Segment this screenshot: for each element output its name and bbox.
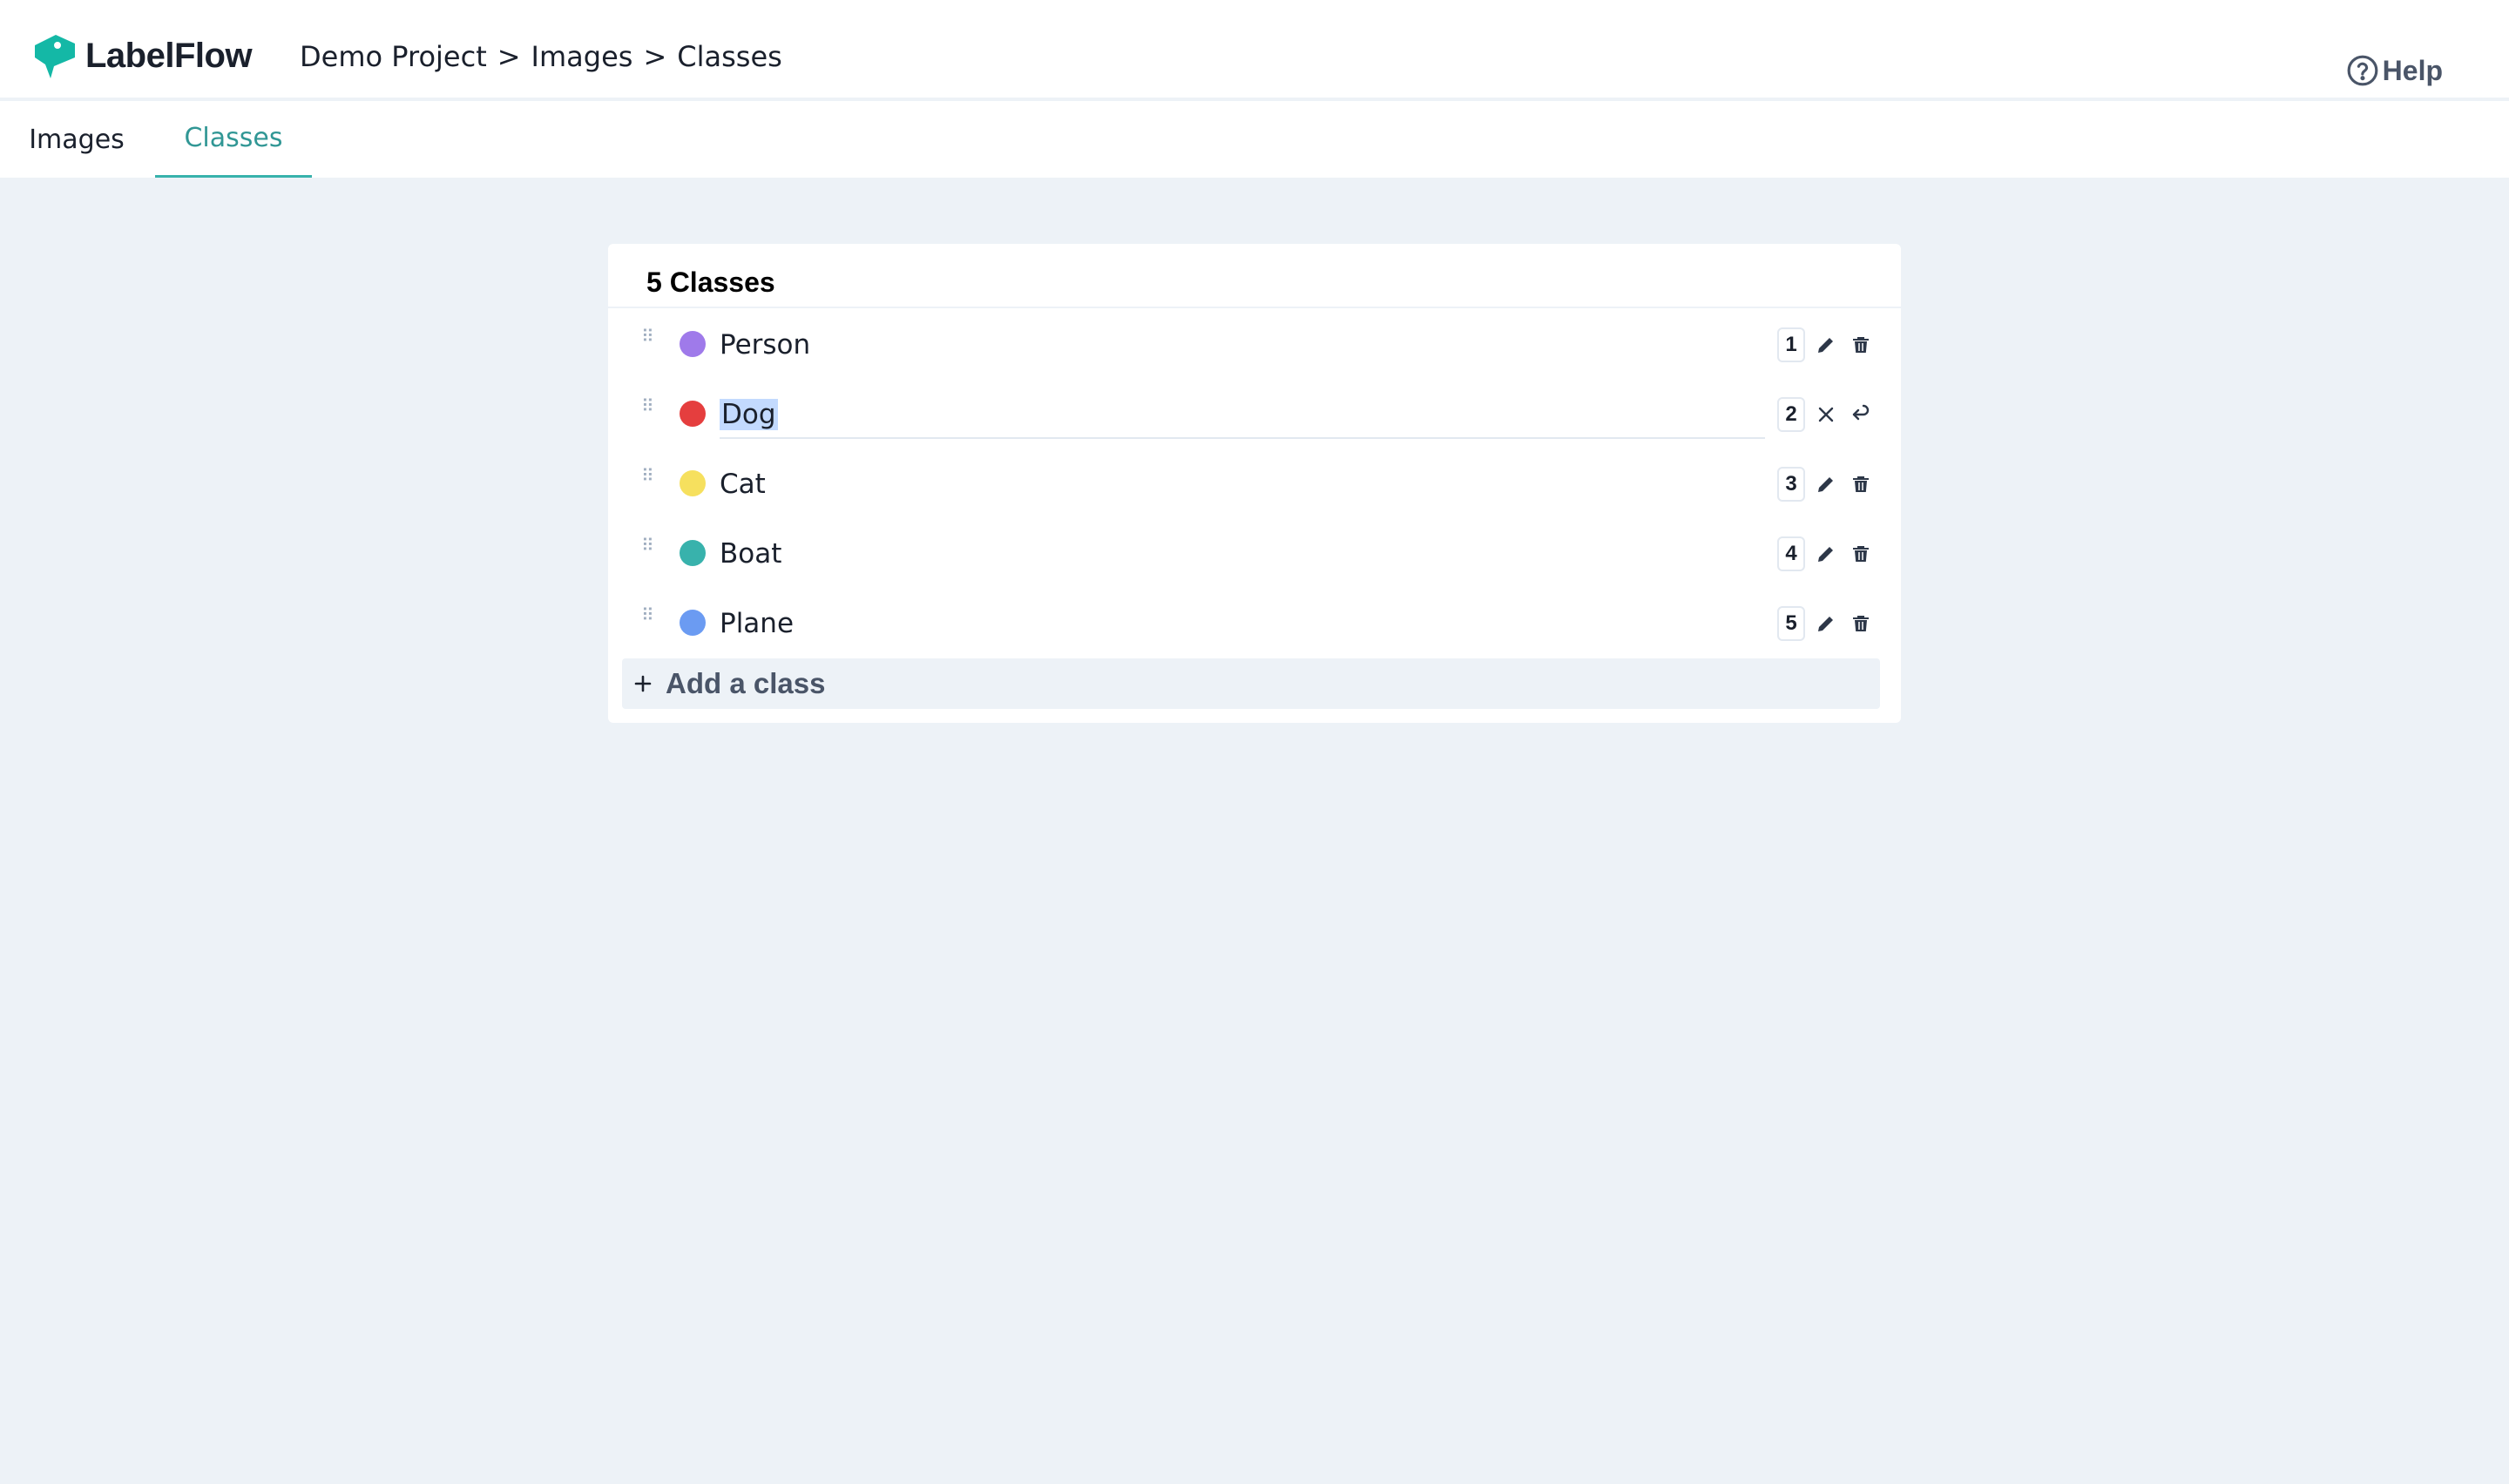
add-class-label: Add a class: [666, 667, 826, 699]
confirm-edit-button[interactable]: [1847, 401, 1875, 428]
tab-images[interactable]: Images: [0, 101, 153, 178]
edit-class-button[interactable]: [1812, 470, 1840, 498]
class-color-dot[interactable]: [680, 470, 706, 496]
breadcrumb: Demo Project > Images > Classes: [300, 35, 782, 78]
drag-handle-icon[interactable]: ⠿: [641, 397, 654, 427]
drag-handle-icon[interactable]: ⠿: [641, 536, 654, 566]
enter-return-icon: [1852, 404, 1870, 421]
cancel-edit-button[interactable]: [1812, 401, 1840, 428]
help-button[interactable]: Help: [2346, 51, 2443, 91]
trash-icon: [1853, 337, 1869, 353]
class-shortcut-badge: 3: [1777, 467, 1805, 502]
labelflow-logo[interactable]: LabelFlow: [30, 31, 253, 80]
trash-icon: [1853, 546, 1869, 562]
trash-icon: [1853, 616, 1869, 631]
breadcrumb-project[interactable]: Demo Project: [300, 40, 487, 73]
class-shortcut-badge: 1: [1777, 327, 1805, 362]
class-name: Plane: [720, 608, 795, 639]
class-row-boat[interactable]: ⠿ Boat 4: [608, 519, 1901, 589]
app-name: LabelFlow: [85, 36, 253, 75]
top-bar: LabelFlow Demo Project > Images > Classe…: [0, 0, 2509, 99]
breadcrumb-classes: Classes: [677, 40, 782, 73]
edit-class-button[interactable]: [1812, 331, 1840, 359]
delete-class-button[interactable]: [1847, 540, 1875, 568]
pencil-icon: [1818, 547, 1833, 562]
classes-count-title: 5 Classes: [646, 266, 775, 298]
labelflow-logo-icon: [35, 35, 75, 78]
tab-classes[interactable]: Classes: [155, 101, 312, 178]
class-color-dot[interactable]: [680, 540, 706, 566]
pencil-icon: [1818, 617, 1833, 631]
close-icon: [1818, 407, 1834, 422]
class-row-plane[interactable]: ⠿ Plane 5: [608, 589, 1901, 658]
class-row-person[interactable]: ⠿ Person 1: [608, 310, 1901, 380]
add-class-button[interactable]: Add a class: [622, 658, 1880, 709]
class-shortcut-badge: 4: [1777, 536, 1805, 571]
pencil-icon: [1818, 338, 1833, 353]
drag-handle-icon[interactable]: ⠿: [641, 467, 654, 496]
help-label: Help: [2382, 54, 2443, 86]
drag-handle-icon[interactable]: ⠿: [641, 327, 654, 357]
edit-class-button[interactable]: [1812, 540, 1840, 568]
breadcrumb-images[interactable]: Images: [531, 40, 633, 73]
class-name: Cat: [720, 469, 766, 500]
input-underline: [720, 437, 1765, 439]
class-name: Boat: [720, 538, 782, 570]
breadcrumb-separator: >: [497, 40, 521, 73]
class-color-dot[interactable]: [680, 610, 706, 636]
card-divider: [608, 307, 1901, 308]
class-row-dog[interactable]: ⠿ Dog 2: [608, 380, 1901, 449]
project-tabs: Images Classes: [0, 101, 2509, 178]
class-shortcut-badge: 5: [1777, 606, 1805, 641]
class-name: Person: [720, 329, 811, 361]
class-color-dot[interactable]: [680, 331, 706, 357]
delete-class-button[interactable]: [1847, 470, 1875, 498]
class-name-input[interactable]: Dog: [720, 395, 778, 434]
class-row-cat[interactable]: ⠿ Cat 3: [608, 449, 1901, 519]
class-shortcut-badge: 2: [1777, 397, 1805, 432]
breadcrumb-separator: >: [643, 40, 667, 73]
classes-card: 5 Classes ⠿ Person 1 ⠿ Dog 2 ⠿ Cat 3 ⠿ B…: [608, 244, 1901, 723]
delete-class-button[interactable]: [1847, 610, 1875, 637]
plus-icon: [631, 671, 655, 696]
drag-handle-icon[interactable]: ⠿: [641, 606, 654, 636]
trash-icon: [1853, 476, 1869, 492]
edit-class-button[interactable]: [1812, 610, 1840, 637]
class-color-dot[interactable]: [680, 401, 706, 427]
question-circle-icon: [2347, 55, 2378, 86]
pencil-icon: [1818, 477, 1833, 492]
selected-text: Dog: [720, 399, 778, 430]
delete-class-button[interactable]: [1847, 331, 1875, 359]
